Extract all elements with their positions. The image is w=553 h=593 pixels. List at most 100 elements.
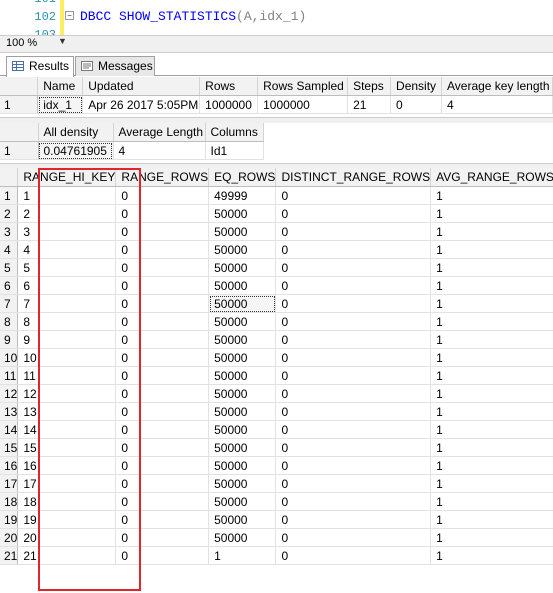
grid-cell[interactable]: 1 — [430, 438, 553, 457]
table-row[interactable]: 17 17 0 50000 0 1 — [0, 474, 553, 493]
grid-cell[interactable]: 1 — [430, 240, 553, 259]
grid-cell[interactable]: 1 — [430, 204, 553, 223]
grid-cell[interactable]: 50000 — [208, 204, 277, 223]
grid-cell[interactable]: 0 — [275, 186, 432, 205]
grid-cell[interactable]: 0 — [115, 420, 210, 439]
grid-cell[interactable]: 2 — [17, 204, 117, 223]
table-row[interactable]: 19 19 0 50000 0 1 — [0, 510, 553, 529]
grid-cell[interactable]: 50000 — [208, 276, 277, 295]
table-row[interactable]: 18 18 0 50000 0 1 — [0, 492, 553, 511]
grid-cell[interactable]: 19 — [17, 510, 117, 529]
grid-cell[interactable]: 50000 — [208, 222, 277, 241]
row-number[interactable]: 3 — [0, 222, 19, 241]
grid-cell[interactable]: 4 — [17, 240, 117, 259]
grid-cell[interactable]: 18 — [17, 492, 117, 511]
tab-messages[interactable]: Messages — [75, 56, 155, 76]
grid-cell[interactable]: 1 — [430, 456, 553, 475]
grid-cell[interactable]: 0 — [275, 402, 432, 421]
grid-cell[interactable]: 0 — [115, 528, 210, 547]
query-editor[interactable]: 101 102 103 − DBCC SHOW_STATISTICS(A,idx… — [0, 0, 553, 35]
grid-cell[interactable]: 4 — [441, 95, 553, 114]
row-number[interactable]: 5 — [0, 258, 19, 277]
grid-cell[interactable]: 3 — [17, 222, 117, 241]
column-header[interactable]: All density — [38, 123, 114, 142]
grid-cell[interactable]: 1 — [430, 258, 553, 277]
grid-cell[interactable]: 0 — [115, 384, 210, 403]
grid-cell[interactable]: 0 — [275, 384, 432, 403]
column-header[interactable]: DISTINCT_RANGE_ROWS — [275, 168, 432, 187]
column-header[interactable]: Updated — [82, 77, 201, 96]
column-header[interactable]: Name — [37, 77, 84, 96]
grid-cell[interactable]: 14 — [17, 420, 117, 439]
row-number[interactable]: 21 — [0, 546, 19, 565]
grid-cell[interactable]: 50000 — [208, 384, 277, 403]
grid-cell[interactable]: 50000 — [208, 312, 277, 331]
grid-cell[interactable]: 8 — [17, 312, 117, 331]
code-line[interactable]: DBCC SHOW_STATISTICS(A,idx_1) — [80, 9, 306, 24]
row-number[interactable]: 7 — [0, 294, 19, 313]
grid-cell[interactable]: 1 — [430, 222, 553, 241]
table-row[interactable]: 8 8 0 50000 0 1 — [0, 312, 553, 331]
grid-cell[interactable]: 9 — [17, 330, 117, 349]
grid-cell[interactable]: 1 — [430, 420, 553, 439]
grid-cell[interactable]: 0 — [275, 258, 432, 277]
grid-cell[interactable]: 15 — [17, 438, 117, 457]
row-number[interactable]: 18 — [0, 492, 19, 511]
grid-cell[interactable]: 0 — [275, 312, 432, 331]
table-row[interactable]: 11 11 0 50000 0 1 — [0, 366, 553, 385]
grid-cell[interactable]: 11 — [17, 366, 117, 385]
grid-cell[interactable]: 0 — [115, 474, 210, 493]
grid-cell[interactable]: 5 — [17, 258, 117, 277]
grid-cell[interactable]: 50000 — [208, 240, 277, 259]
table-row[interactable]: 9 9 0 50000 0 1 — [0, 330, 553, 349]
grid-cell[interactable]: 0 — [115, 492, 210, 511]
grid-cell[interactable]: 50000 — [208, 438, 277, 457]
column-header[interactable]: Average Length — [113, 123, 206, 142]
histogram-pane[interactable]: RANGE_HI_KEY RANGE_ROWS EQ_ROWS DISTINCT_RA… — [0, 168, 553, 593]
grid-cell[interactable]: 1 — [430, 276, 553, 295]
grid-cell[interactable]: 20 — [17, 528, 117, 547]
grid-cell[interactable]: 0 — [275, 456, 432, 475]
grid-cell[interactable]: 0 — [275, 366, 432, 385]
grid-cell[interactable]: 7 — [17, 294, 117, 313]
grid-cell[interactable]: 0 — [275, 348, 432, 367]
column-header[interactable]: Steps — [347, 77, 392, 96]
row-number[interactable]: 8 — [0, 312, 19, 331]
grid-cell[interactable]: 1 — [430, 402, 553, 421]
grid-cell[interactable]: 50000 — [208, 456, 277, 475]
grid-cell[interactable]: Apr 26 2017 5:05PM — [82, 95, 201, 114]
grid-cell[interactable]: 0 — [275, 510, 432, 529]
grid-cell[interactable]: 0 — [275, 420, 432, 439]
table-row[interactable]: 1 1 0 49999 0 1 — [0, 186, 553, 205]
row-number[interactable]: 2 — [0, 204, 19, 223]
grid-cell[interactable]: 50000 — [208, 474, 277, 493]
grid-cell[interactable]: 13 — [17, 402, 117, 421]
grid-cell[interactable]: 0 — [115, 402, 210, 421]
grid-cell[interactable]: 1 — [430, 330, 553, 349]
grid-cell[interactable]: 50000 — [208, 294, 277, 313]
grid-cell[interactable]: 0 — [115, 240, 210, 259]
grid-cell[interactable]: 0 — [115, 438, 210, 457]
grid-cell[interactable]: 0 — [275, 474, 432, 493]
corner-cell[interactable] — [0, 77, 39, 96]
grid-cell[interactable]: 1 — [208, 546, 277, 565]
column-header[interactable]: RANGE_HI_KEY — [17, 168, 117, 187]
density-pane[interactable]: All density Average Length Columns 1 0.04761… — [0, 123, 553, 165]
row-number[interactable]: 1 — [0, 95, 39, 114]
table-row[interactable]: 16 16 0 50000 0 1 — [0, 456, 553, 475]
grid-cell[interactable]: 0 — [275, 492, 432, 511]
row-number[interactable]: 16 — [0, 456, 19, 475]
grid-cell[interactable]: 1 — [17, 186, 117, 205]
row-number[interactable]: 20 — [0, 528, 19, 547]
row-number[interactable]: 12 — [0, 384, 19, 403]
row-number[interactable]: 1 — [0, 186, 19, 205]
grid-cell[interactable]: 0 — [115, 258, 210, 277]
grid-cell[interactable]: 0 — [115, 312, 210, 331]
row-number[interactable]: 11 — [0, 366, 19, 385]
histogram-grid[interactable]: RANGE_HI_KEY RANGE_ROWS EQ_ROWS DISTINCT_RA… — [0, 168, 553, 565]
grid-cell[interactable]: 1 — [430, 474, 553, 493]
grid-cell[interactable]: 1 — [430, 348, 553, 367]
column-header[interactable]: EQ_ROWS — [208, 168, 277, 187]
table-row[interactable]: 1 0.04761905 4 Id1 — [0, 141, 264, 160]
row-number[interactable]: 6 — [0, 276, 19, 295]
